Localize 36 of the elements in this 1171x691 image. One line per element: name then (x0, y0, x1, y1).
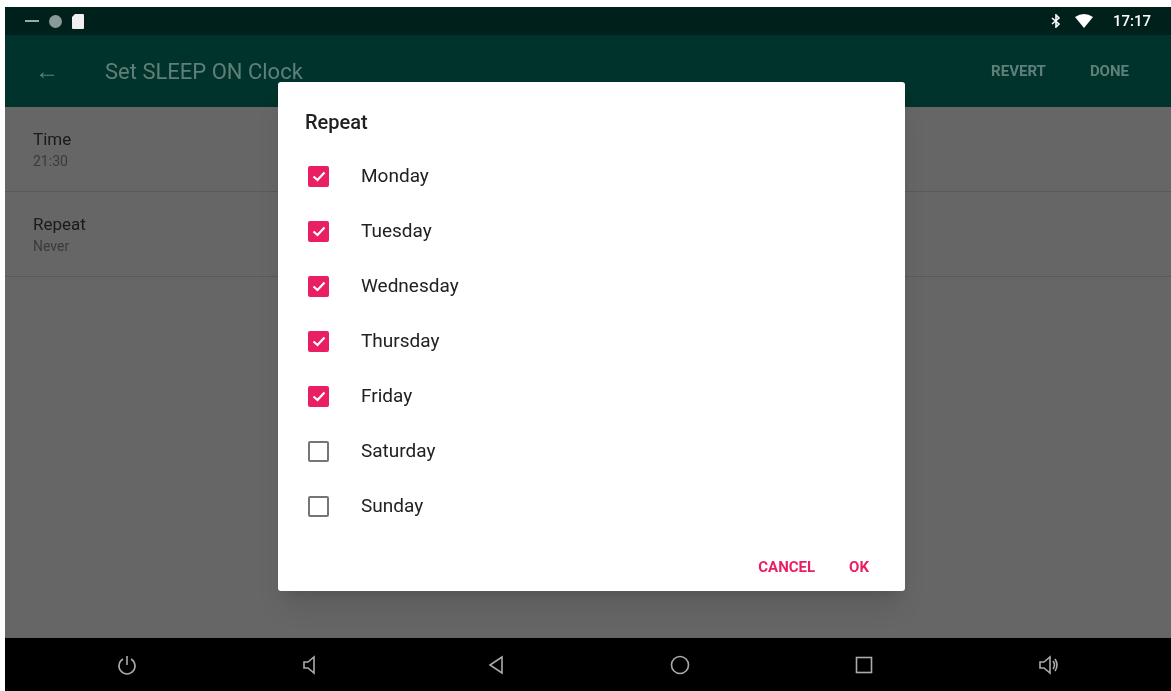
checkmark-icon (311, 336, 326, 347)
checkbox[interactable] (308, 386, 329, 407)
toolbar-action[interactable]: DONE (1087, 59, 1131, 83)
dash-icon (25, 20, 39, 22)
day-label: Monday (361, 163, 429, 190)
page-title: Set SLEEP ON Clock (105, 57, 303, 86)
checkbox[interactable] (308, 441, 329, 462)
power-icon[interactable] (116, 653, 139, 676)
setting-label: Repeat (33, 213, 86, 236)
bluetooth-icon (1050, 14, 1061, 28)
wifi-icon (1074, 14, 1093, 28)
checkbox[interactable] (308, 221, 329, 242)
day-label: Thursday (361, 328, 440, 355)
day-label: Wednesday (361, 273, 459, 300)
day-label: Friday (361, 383, 413, 410)
volume-up-icon[interactable] (1037, 653, 1060, 676)
day-label: Saturday (361, 438, 436, 465)
checkbox[interactable] (308, 496, 329, 517)
checkmark-icon (311, 226, 326, 237)
day-label: Sunday (361, 493, 424, 520)
back-button[interactable]: ← (35, 53, 105, 89)
clock-time: 17:17 (1112, 10, 1151, 32)
checkmark-icon (311, 391, 326, 402)
dialog-title: Repeat (305, 110, 368, 134)
day-label: Tuesday (361, 218, 432, 245)
dialog-button[interactable]: OK (837, 548, 881, 587)
checkbox[interactable] (308, 331, 329, 352)
toolbar-action[interactable]: REVERT (989, 59, 1048, 83)
checkmark-icon (311, 281, 326, 292)
setting-label: Time (33, 128, 72, 151)
checkbox[interactable] (308, 276, 329, 297)
home-icon[interactable] (669, 653, 692, 676)
checkbox[interactable] (308, 166, 329, 187)
checkmark-icon (311, 171, 326, 182)
sd-card-icon (72, 13, 84, 29)
dialog-button[interactable]: CANCEL (746, 548, 828, 587)
